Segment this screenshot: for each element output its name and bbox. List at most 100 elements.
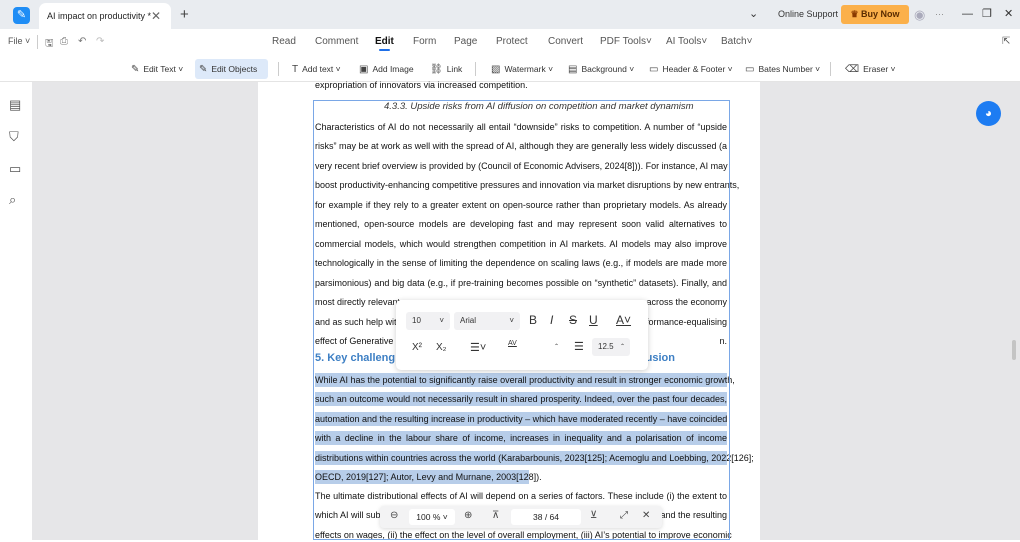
line-spacing-value: 12.5	[598, 342, 614, 351]
next-page-icon[interactable]: ⊻	[590, 510, 597, 521]
edit-text-label: Edit Text	[143, 64, 176, 74]
header-footer-icon: ▭	[649, 64, 659, 75]
eraser-label: Eraser	[863, 64, 889, 74]
menu-read[interactable]: Read	[272, 36, 296, 47]
app-logo-icon: ✎	[13, 7, 30, 24]
restore-icon[interactable]: ❐	[982, 0, 992, 29]
link-icon: ⛓	[430, 64, 443, 75]
online-support-link[interactable]: Online Support	[778, 0, 838, 29]
page-total: / 64	[544, 512, 560, 522]
superscript-icon[interactable]: X²	[412, 342, 422, 353]
close-window-icon[interactable]: ✕	[1004, 0, 1013, 29]
ai-assistant-icon[interactable]: ◕	[976, 101, 1001, 126]
menu-comment[interactable]: Comment	[315, 36, 358, 47]
subscript-icon[interactable]: X₂	[436, 342, 447, 353]
link-button[interactable]: ⛓ Link	[426, 59, 466, 79]
new-tab-button[interactable]: +	[180, 6, 189, 23]
menu-page[interactable]: Page	[454, 36, 477, 47]
menu-bar: File ˅ 🖫 ⎙ ↶ ↷ Read Comment Edit Form Pa…	[0, 29, 1020, 55]
font-name-select[interactable]: Arial ˅	[454, 312, 520, 330]
external-open-icon[interactable]: ⇱	[1002, 36, 1010, 47]
line-spacing-input[interactable]: 12.5 ⌃	[592, 338, 630, 356]
header-footer-label: Header & Footer	[662, 64, 726, 74]
eraser-button[interactable]: ⌫ Eraser ˅	[841, 59, 900, 79]
menu-pdf-tools[interactable]: PDF Tools˅	[600, 36, 652, 47]
search-icon[interactable]: ⌕	[9, 192, 16, 208]
fullscreen-icon[interactable]: ⤢	[620, 510, 628, 521]
font-size-value: 10	[412, 316, 421, 325]
zoom-in-icon[interactable]: ⊕	[464, 510, 472, 521]
pen-icon: ✎	[131, 64, 140, 75]
pdf-tools-label: PDF Tools	[600, 36, 646, 47]
chevron-down-icon[interactable]: ⌄	[749, 0, 758, 29]
ai-tools-label: AI Tools	[666, 36, 702, 47]
font-color-icon[interactable]: A˅	[616, 313, 631, 327]
title-bar: ✎ AI impact on productivity * ✕ + ⌄ Onlin…	[0, 0, 1020, 29]
file-menu[interactable]: File ˅	[8, 36, 30, 46]
edit-objects-label: Edit Objects	[211, 64, 258, 74]
page-current: 38	[532, 512, 543, 522]
eraser-icon: ⌫	[845, 64, 860, 75]
bookmark-icon[interactable]: ⛉	[9, 129, 19, 145]
bates-number-button[interactable]: ▭ Bates Number ˅	[741, 59, 824, 79]
zoom-out-icon[interactable]: ⊖	[390, 510, 398, 521]
batch-label: Batch	[721, 36, 747, 47]
bold-icon[interactable]: B	[529, 313, 537, 327]
edit-objects-button[interactable]: ✎Edit Objects ˅	[195, 59, 268, 95]
buy-now-button[interactable]: ♛ Buy Now	[841, 5, 909, 24]
avatar[interactable]: ◉	[914, 0, 925, 29]
close-tab-icon[interactable]: ✕	[151, 9, 161, 23]
strikethrough-icon[interactable]: S	[569, 313, 577, 327]
italic-icon[interactable]: I	[550, 313, 553, 327]
menu-form[interactable]: Form	[413, 36, 436, 47]
char-spacing-icon[interactable]: AV	[508, 340, 517, 347]
menu-ai-tools[interactable]: AI Tools˅	[666, 36, 707, 47]
image-icon: ▣	[359, 64, 369, 75]
underline-icon[interactable]: U	[589, 313, 598, 327]
zoom-value: 100 %	[416, 512, 441, 522]
minimize-icon[interactable]: —	[962, 0, 973, 29]
menu-batch[interactable]: Batch˅	[721, 36, 752, 47]
buy-now-label: Buy Now	[861, 9, 900, 19]
add-image-label: Add Image	[372, 64, 414, 74]
header-footer-button[interactable]: ▭ Header & Footer ˅	[645, 59, 737, 79]
pen-icon: ✎	[199, 64, 208, 75]
link-label: Link	[446, 64, 463, 74]
edit-text-button[interactable]: ✎ Edit Text ˅	[127, 59, 187, 79]
left-sidebar: ▤ ⛉ ▭ ⌕	[0, 82, 32, 540]
save-icon[interactable]: 🖫	[45, 36, 54, 53]
align-icon[interactable]: ☰˅	[470, 341, 486, 354]
print-icon[interactable]: ⎙	[60, 36, 68, 47]
redo-icon[interactable]: ↷	[96, 36, 104, 47]
font-name-value: Arial	[460, 316, 477, 325]
menu-edit[interactable]: Edit	[375, 36, 394, 51]
crown-icon: ♛	[850, 9, 859, 19]
menu-convert[interactable]: Convert	[548, 36, 583, 47]
close-zoombar-icon[interactable]: ✕	[642, 510, 650, 521]
add-text-button[interactable]: T Add text ˅	[288, 59, 345, 79]
thumbnails-icon[interactable]: ▤	[9, 97, 21, 113]
page-number-input[interactable]: 38 / 64	[511, 509, 581, 525]
tab-title: AI impact on productivity *	[47, 11, 152, 21]
more-icon[interactable]: ···	[935, 0, 944, 29]
previous-page-icon[interactable]: ⊼	[492, 510, 499, 521]
menu-protect[interactable]: Protect	[496, 36, 528, 47]
text-line: expropriation of innovators via increase…	[315, 80, 528, 90]
font-size-select[interactable]: 10 ˅	[406, 312, 450, 330]
watermark-icon: ▧	[491, 64, 501, 75]
zoom-level-select[interactable]: 100 % ˅	[409, 509, 455, 525]
comment-icon[interactable]: ▭	[9, 161, 21, 177]
text-box-icon: T	[292, 64, 299, 75]
file-label: File	[8, 36, 23, 46]
add-image-button[interactable]: ▣ Add Image	[355, 59, 418, 79]
line-spacing-icon[interactable]: ☰	[574, 340, 584, 353]
add-text-label: Add text	[302, 64, 334, 74]
bates-icon: ▭	[745, 64, 755, 75]
background-button[interactable]: ▤ Background ˅	[564, 59, 638, 79]
scrollbar[interactable]	[1012, 340, 1016, 360]
watermark-button[interactable]: ▧ Watermark ˅	[487, 59, 557, 79]
document-tab[interactable]: AI impact on productivity * ✕	[39, 3, 171, 29]
undo-icon[interactable]: ↶	[78, 36, 86, 47]
zoom-bar: ⊖ 100 % ˅ ⊕ ⊼ 38 / 64 ⊻ ⤢ ✕	[380, 506, 662, 528]
watermark-label: Watermark	[504, 64, 546, 74]
